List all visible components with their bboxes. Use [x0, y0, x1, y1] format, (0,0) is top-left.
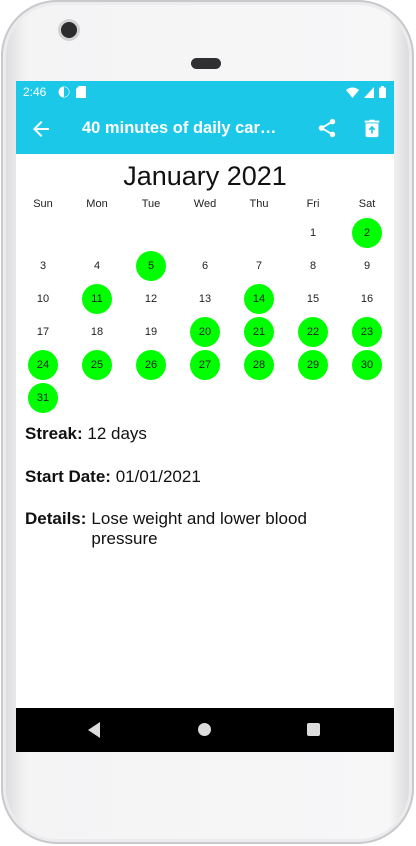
streak-row: Streak: 12 days — [25, 424, 385, 444]
signal-icon — [364, 86, 374, 98]
share-icon[interactable] — [316, 117, 338, 139]
calendar-day-completed[interactable]: 31 — [28, 383, 58, 413]
status-notification-icons — [58, 86, 86, 98]
calendar-day-completed[interactable]: 11 — [82, 284, 112, 314]
nav-recents-icon[interactable] — [307, 723, 320, 736]
weekday-label: Fri — [306, 198, 320, 210]
status-time: 2:46 — [23, 85, 47, 99]
calendar-day[interactable]: 9 — [352, 251, 382, 281]
arrow-left-icon[interactable] — [29, 117, 53, 141]
calendar-day-completed[interactable]: 23 — [352, 317, 382, 347]
calendar-weekday-header: Sun Mon Tue Wed Thu Fri Sat — [16, 198, 394, 214]
weekday-label: Sun — [33, 198, 53, 210]
wifi-icon — [346, 87, 359, 98]
weekday-label: Tue — [141, 198, 161, 210]
nav-back-icon[interactable] — [86, 721, 102, 739]
calendar-day-completed[interactable]: 14 — [244, 284, 274, 314]
weekday-label: Mon — [86, 198, 108, 210]
calendar-day[interactable]: 10 — [28, 284, 58, 314]
front-camera — [61, 22, 77, 38]
calendar-day-completed[interactable]: 30 — [352, 350, 382, 380]
calendar-day-completed[interactable]: 27 — [190, 350, 220, 380]
calendar-day[interactable]: 1 — [298, 218, 328, 248]
streak-value: 12 days — [87, 424, 147, 443]
calendar-day[interactable]: 15 — [298, 284, 328, 314]
calendar-day[interactable]: 12 — [136, 284, 166, 314]
battery-icon — [379, 86, 386, 98]
calendar-day-completed[interactable]: 20 — [190, 317, 220, 347]
calendar-day[interactable]: 4 — [82, 251, 112, 281]
calendar-day[interactable]: 6 — [190, 251, 220, 281]
sd-card-icon — [76, 86, 86, 98]
notification-app-icon — [58, 86, 70, 98]
calendar-day-completed[interactable]: 2 — [352, 218, 382, 248]
calendar-day-completed[interactable]: 25 — [82, 350, 112, 380]
app-bar-title: 40 minutes of daily car… — [82, 119, 277, 137]
streak-label: Streak: — [25, 424, 83, 443]
calendar-day-completed[interactable]: 5 — [136, 251, 166, 281]
earpiece-speaker — [191, 58, 221, 69]
calendar-day[interactable]: 19 — [136, 317, 166, 347]
calendar-day-completed[interactable]: 21 — [244, 317, 274, 347]
start-date-value: 01/01/2021 — [115, 467, 201, 486]
calendar-day-completed[interactable]: 28 — [244, 350, 274, 380]
status-bar: 2:46 — [16, 81, 394, 103]
calendar-day-completed[interactable]: 24 — [28, 350, 58, 380]
calendar-day-completed[interactable]: 29 — [298, 350, 328, 380]
calendar-day[interactable]: 3 — [28, 251, 58, 281]
weekday-label: Wed — [193, 198, 217, 210]
calendar-month-title: January 2021 — [123, 161, 287, 191]
start-date-label: Start Date: — [25, 467, 111, 486]
calendar-day[interactable]: 13 — [190, 284, 220, 314]
details-row: Details: Lose weight and lower blood pre… — [25, 509, 385, 549]
calendar-days-grid: 1 2 3 4 5 6 7 8 9 10 11 12 13 14 15 16 17 18 19 20 21 22 23 24 2… — [16, 218, 394, 418]
calendar-day[interactable]: 8 — [298, 251, 328, 281]
weekday-label: Sat — [358, 198, 376, 210]
calendar-day[interactable]: 16 — [352, 284, 382, 314]
details-value: Lose weight and lower blood pressure — [91, 509, 307, 548]
calendar-day-completed[interactable]: 26 — [136, 350, 166, 380]
calendar-day[interactable]: 17 — [28, 317, 58, 347]
trash-icon[interactable] — [361, 117, 383, 139]
status-system-icons — [346, 86, 386, 98]
calendar-day-completed[interactable]: 22 — [298, 317, 328, 347]
screen: 2:46 40 minutes of daily car… January 20… — [16, 81, 394, 752]
system-nav-bar — [16, 708, 394, 752]
details-label: Details: — [25, 509, 87, 528]
calendar-day[interactable]: 7 — [244, 251, 274, 281]
nav-home-icon[interactable] — [198, 723, 211, 736]
app-bar: 40 minutes of daily car… — [16, 103, 394, 154]
start-date-row: Start Date: 01/01/2021 — [25, 467, 385, 487]
calendar-day[interactable]: 18 — [82, 317, 112, 347]
weekday-label: Thu — [249, 198, 269, 210]
